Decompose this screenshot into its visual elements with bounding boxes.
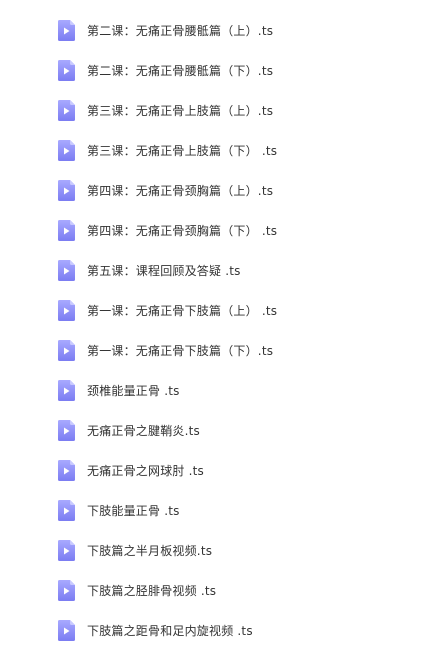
file-name: 无痛正骨之网球肘 .ts <box>87 463 204 478</box>
file-row[interactable]: 下肢篇之距骨和足内旋视频 .ts <box>0 610 426 650</box>
video-file-icon <box>58 339 75 361</box>
file-name: 第四课：无痛正骨颈胸篇（下） .ts <box>87 223 278 238</box>
file-row[interactable]: 无痛正骨之腱鞘炎.ts <box>0 410 426 450</box>
file-name: 第二课：无痛正骨腰骶篇（上）.ts <box>87 23 274 38</box>
video-file-icon <box>58 259 75 281</box>
file-name: 下肢篇之距骨和足内旋视频 .ts <box>87 623 253 638</box>
video-file-icon <box>58 59 75 81</box>
file-name: 第五课：课程回顾及答疑 .ts <box>87 263 241 278</box>
file-row[interactable]: 第二课：无痛正骨腰骶篇（下）.ts <box>0 50 426 90</box>
file-name: 下肢篇之半月板视频.ts <box>87 543 213 558</box>
file-row[interactable]: 下肢篇之胫腓骨视频 .ts <box>0 570 426 610</box>
file-row[interactable]: 第一课：无痛正骨下肢篇（上） .ts <box>0 290 426 330</box>
file-name: 第四课：无痛正骨颈胸篇（上）.ts <box>87 183 274 198</box>
file-row[interactable]: 第四课：无痛正骨颈胸篇（上）.ts <box>0 170 426 210</box>
file-name: 颈椎能量正骨 .ts <box>87 383 180 398</box>
file-row[interactable]: 第五课：课程回顾及答疑 .ts <box>0 250 426 290</box>
file-name: 第三课：无痛正骨上肢篇（下） .ts <box>87 143 278 158</box>
file-name: 第二课：无痛正骨腰骶篇（下）.ts <box>87 63 274 78</box>
file-name: 第一课：无痛正骨下肢篇（上） .ts <box>87 303 278 318</box>
file-name: 下肢能量正骨 .ts <box>87 503 180 518</box>
file-row[interactable]: 第三课：无痛正骨上肢篇（上）.ts <box>0 90 426 130</box>
file-row[interactable]: 颈椎能量正骨 .ts <box>0 370 426 410</box>
video-file-icon <box>58 179 75 201</box>
video-file-icon <box>58 539 75 561</box>
file-list: 第二课：无痛正骨腰骶篇（上）.ts 第二课：无痛正骨腰骶篇（下）.ts 第三课：无痛… <box>0 10 426 650</box>
file-name: 下肢篇之胫腓骨视频 .ts <box>87 583 217 598</box>
file-row[interactable]: 第四课：无痛正骨颈胸篇（下） .ts <box>0 210 426 250</box>
video-file-icon <box>58 459 75 481</box>
file-row[interactable]: 第一课：无痛正骨下肢篇（下）.ts <box>0 330 426 370</box>
video-file-icon <box>58 139 75 161</box>
video-file-icon <box>58 579 75 601</box>
file-row[interactable]: 下肢能量正骨 .ts <box>0 490 426 530</box>
video-file-icon <box>58 99 75 121</box>
file-row[interactable]: 下肢篇之半月板视频.ts <box>0 530 426 570</box>
video-file-icon <box>58 419 75 441</box>
file-row[interactable]: 第二课：无痛正骨腰骶篇（上）.ts <box>0 10 426 50</box>
video-file-icon <box>58 19 75 41</box>
video-file-icon <box>58 379 75 401</box>
video-file-icon <box>58 619 75 641</box>
video-file-icon <box>58 299 75 321</box>
file-name: 第一课：无痛正骨下肢篇（下）.ts <box>87 343 274 358</box>
file-name: 第三课：无痛正骨上肢篇（上）.ts <box>87 103 274 118</box>
video-file-icon <box>58 219 75 241</box>
file-name: 无痛正骨之腱鞘炎.ts <box>87 423 200 438</box>
video-file-icon <box>58 499 75 521</box>
file-row[interactable]: 第三课：无痛正骨上肢篇（下） .ts <box>0 130 426 170</box>
file-row[interactable]: 无痛正骨之网球肘 .ts <box>0 450 426 490</box>
